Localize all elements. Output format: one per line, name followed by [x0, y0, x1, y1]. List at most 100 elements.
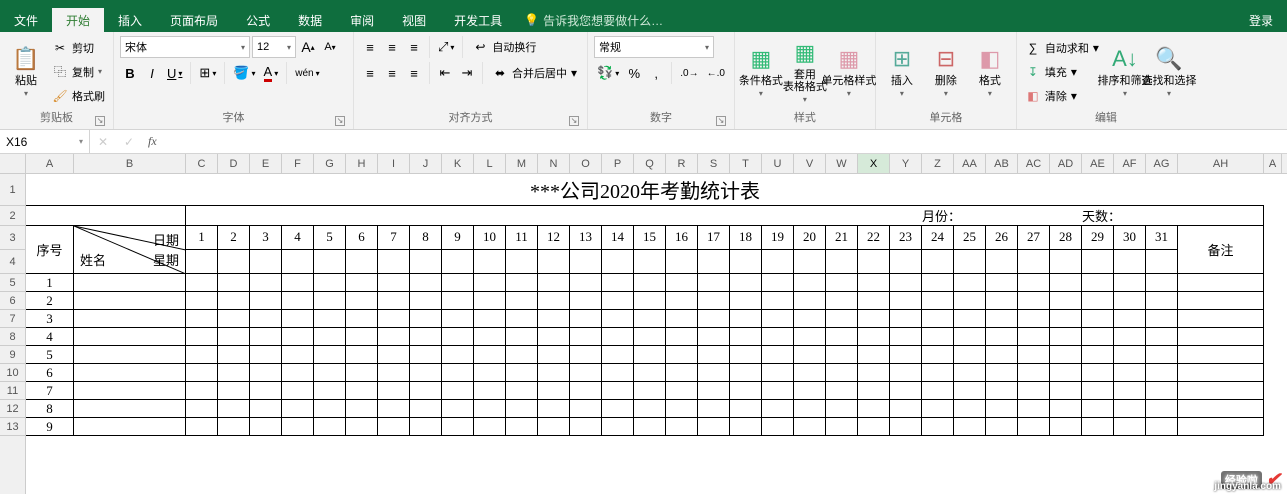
select-all-corner[interactable]: [0, 154, 26, 173]
align-middle-button[interactable]: ≡: [382, 36, 402, 58]
tab-page-layout[interactable]: 页面布局: [156, 8, 232, 32]
orientation-button[interactable]: ⤢▾: [435, 36, 457, 58]
merge-center-button[interactable]: ⬌合并后居中▾: [488, 62, 581, 84]
copy-button[interactable]: ⿻复制▾: [50, 61, 107, 83]
fx-icon[interactable]: fx: [142, 134, 163, 149]
col-header-P[interactable]: P: [602, 154, 634, 173]
tell-me-search[interactable]: 💡 告诉我您想要做什么…: [524, 8, 663, 32]
name-box[interactable]: X16▾: [0, 130, 90, 153]
col-header-A[interactable]: A: [26, 154, 74, 173]
col-header-W[interactable]: W: [826, 154, 858, 173]
row-header-13[interactable]: 13: [0, 418, 25, 436]
paste-button[interactable]: 📋 粘贴 ▾: [6, 36, 46, 107]
cell-styles-button[interactable]: ▦单元格样式▾: [829, 36, 869, 107]
col-header-R[interactable]: R: [666, 154, 698, 173]
fill-button[interactable]: ↧填充▾: [1023, 61, 1101, 83]
accounting-format-button[interactable]: 💱▾: [594, 62, 622, 84]
row-header-11[interactable]: 11: [0, 382, 25, 400]
table-row[interactable]: 1: [26, 274, 1264, 292]
font-color-button[interactable]: A▾: [261, 62, 282, 84]
font-size-combo[interactable]: 12▾: [252, 36, 296, 58]
autosum-button[interactable]: ∑自动求和▾: [1023, 37, 1101, 59]
table-row[interactable]: 9: [26, 418, 1264, 436]
col-header-B[interactable]: B: [74, 154, 186, 173]
clear-button[interactable]: ◧清除▾: [1023, 85, 1101, 107]
col-header-O[interactable]: O: [570, 154, 602, 173]
login-link[interactable]: 登录: [1235, 8, 1287, 32]
accept-formula-button[interactable]: ✓: [116, 135, 142, 149]
table-row[interactable]: 2: [26, 292, 1264, 310]
col-header-C[interactable]: C: [186, 154, 218, 173]
col-header-Y[interactable]: Y: [890, 154, 922, 173]
insert-cells-button[interactable]: ⊞插入▾: [882, 36, 922, 107]
col-header-A[interactable]: A: [1264, 154, 1282, 173]
row-header-3[interactable]: 3: [0, 226, 25, 250]
align-top-button[interactable]: ≡: [360, 36, 380, 58]
row-header-7[interactable]: 7: [0, 310, 25, 328]
col-header-AF[interactable]: AF: [1114, 154, 1146, 173]
row-header-10[interactable]: 10: [0, 364, 25, 382]
col-header-AC[interactable]: AC: [1018, 154, 1050, 173]
increase-font-button[interactable]: A▴: [298, 36, 318, 58]
font-name-combo[interactable]: 宋体▾: [120, 36, 250, 58]
sort-filter-button[interactable]: A↓排序和筛选▾: [1105, 36, 1145, 107]
table-row[interactable]: 5: [26, 346, 1264, 364]
format-cells-button[interactable]: ◧格式▾: [970, 36, 1010, 107]
col-header-E[interactable]: E: [250, 154, 282, 173]
delete-cells-button[interactable]: ⊟删除▾: [926, 36, 966, 107]
col-header-Z[interactable]: Z: [922, 154, 954, 173]
align-left-button[interactable]: ≡: [360, 62, 380, 84]
col-header-D[interactable]: D: [218, 154, 250, 173]
col-header-T[interactable]: T: [730, 154, 762, 173]
decrease-decimal-button[interactable]: ←.0: [704, 62, 728, 84]
row-header-12[interactable]: 12: [0, 400, 25, 418]
row-header-9[interactable]: 9: [0, 346, 25, 364]
wrap-text-button[interactable]: ↩自动换行: [468, 36, 540, 58]
row-header-8[interactable]: 8: [0, 328, 25, 346]
col-header-S[interactable]: S: [698, 154, 730, 173]
find-select-button[interactable]: 🔍查找和选择▾: [1149, 36, 1189, 107]
col-header-K[interactable]: K: [442, 154, 474, 173]
col-header-X[interactable]: X: [858, 154, 890, 173]
col-header-V[interactable]: V: [794, 154, 826, 173]
bold-button[interactable]: B: [120, 62, 140, 84]
italic-button[interactable]: I: [142, 62, 162, 84]
col-header-AB[interactable]: AB: [986, 154, 1018, 173]
tab-review[interactable]: 审阅: [336, 8, 388, 32]
table-row[interactable]: 4: [26, 328, 1264, 346]
tab-insert[interactable]: 插入: [104, 8, 156, 32]
col-header-L[interactable]: L: [474, 154, 506, 173]
tab-file[interactable]: 文件: [0, 8, 52, 32]
decrease-indent-button[interactable]: ⇤: [435, 62, 455, 84]
phonetic-button[interactable]: wén▾: [292, 62, 322, 84]
align-bottom-button[interactable]: ≡: [404, 36, 424, 58]
dialog-launcher-icon[interactable]: ↘: [95, 116, 105, 126]
decrease-font-button[interactable]: A▾: [320, 36, 340, 58]
col-header-AD[interactable]: AD: [1050, 154, 1082, 173]
dialog-launcher-icon[interactable]: ↘: [716, 116, 726, 126]
col-header-AH[interactable]: AH: [1178, 154, 1264, 173]
col-header-I[interactable]: I: [378, 154, 410, 173]
align-center-button[interactable]: ≡: [382, 62, 402, 84]
cut-button[interactable]: ✂剪切: [50, 37, 107, 59]
number-format-combo[interactable]: 常规▾: [594, 36, 714, 58]
table-row[interactable]: 8: [26, 400, 1264, 418]
underline-button[interactable]: U▾: [164, 62, 185, 84]
col-header-AG[interactable]: AG: [1146, 154, 1178, 173]
borders-button[interactable]: ⊞▾: [196, 62, 219, 84]
table-row[interactable]: 6: [26, 364, 1264, 382]
col-header-G[interactable]: G: [314, 154, 346, 173]
fill-color-button[interactable]: 🪣▾: [230, 62, 258, 84]
col-header-N[interactable]: N: [538, 154, 570, 173]
grid-cells[interactable]: ***公司2020年考勤统计表月份：天数：序号日期星期姓名12345678910…: [26, 174, 1287, 494]
col-header-F[interactable]: F: [282, 154, 314, 173]
dialog-launcher-icon[interactable]: ↘: [335, 116, 345, 126]
tab-home[interactable]: 开始: [52, 8, 104, 32]
table-row[interactable]: 7: [26, 382, 1264, 400]
comma-button[interactable]: ,: [646, 62, 666, 84]
format-table-button[interactable]: ▦套用 表格格式▾: [785, 36, 825, 107]
tab-developer[interactable]: 开发工具: [440, 8, 516, 32]
row-header-6[interactable]: 6: [0, 292, 25, 310]
increase-indent-button[interactable]: ⇥: [457, 62, 477, 84]
tab-formulas[interactable]: 公式: [232, 8, 284, 32]
